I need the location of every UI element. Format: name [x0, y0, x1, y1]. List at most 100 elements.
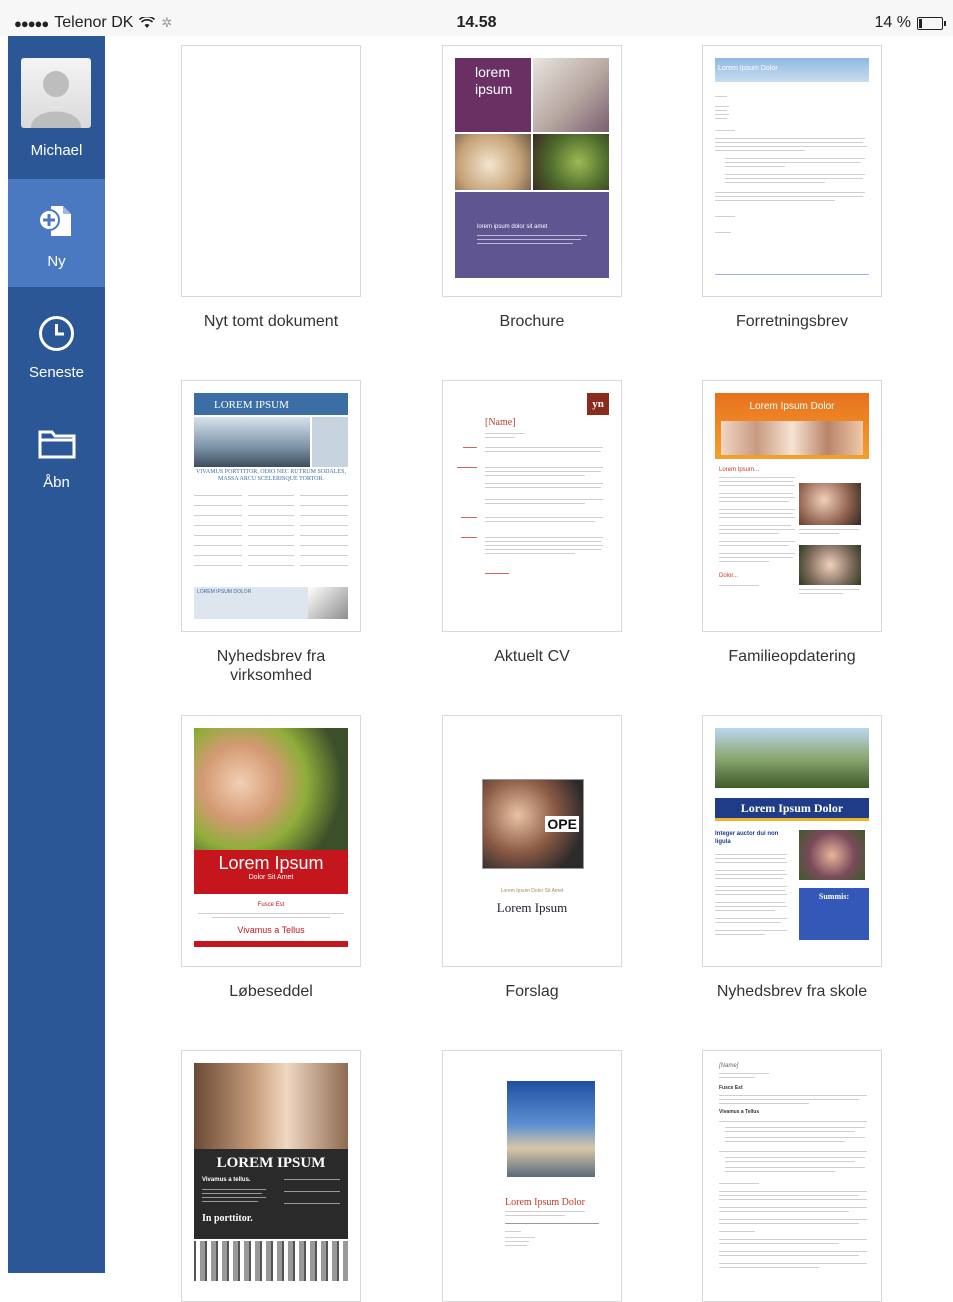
- proposal-sign: OPE: [545, 816, 579, 832]
- text-line: [719, 1195, 859, 1196]
- flyer-section-b: Vivamus a Tellus: [237, 925, 305, 935]
- text-line: [719, 585, 759, 586]
- text-line: [719, 509, 795, 510]
- text-line: [719, 557, 793, 558]
- status-time: 14.58: [456, 14, 497, 31]
- text-line: [194, 515, 242, 516]
- person-icon: [31, 71, 81, 128]
- template-card-flyer[interactable]: Lorem Ipsum Dolor Sit Amet Fusce Est Viv…: [181, 715, 361, 967]
- resume-name: [Name]: [719, 1063, 739, 1069]
- flyer-section-a: Fusce Est: [257, 902, 285, 908]
- template-card-company-newsletter[interactable]: LOREM IPSUM VIVAMUS PORTTITOR, ODIO NEC …: [181, 380, 361, 632]
- text-line: [719, 533, 779, 534]
- newsletter-sidebar-box: [312, 417, 348, 467]
- sidebar-item-new[interactable]: Ny: [8, 179, 105, 287]
- text-line: [715, 200, 835, 201]
- template-card-cv[interactable]: yn [Name]: [442, 380, 622, 632]
- template-card-report[interactable]: Lorem Ipsum Dolor: [442, 1050, 622, 1302]
- school-subtitle: Integer auctor dui non ligula: [715, 831, 779, 845]
- newsletter-bottom-box: LOREM IPSUM DOLOR: [194, 587, 348, 619]
- newsletter-photo: [194, 417, 310, 467]
- template-label: Aktuelt CV: [494, 648, 570, 665]
- clock-icon: [39, 316, 74, 351]
- text-line: [715, 890, 785, 891]
- text-line: [799, 589, 859, 590]
- template-label: Nyt tomt dokument: [203, 313, 339, 330]
- text-line: [194, 495, 242, 496]
- text-line: [300, 525, 348, 526]
- template-card-resume[interactable]: [Name] Fusce Est Vivamus a Tellus: [702, 1050, 882, 1302]
- letter-footer-rule: [715, 274, 869, 275]
- text-line: [715, 906, 787, 907]
- sidebar-item-open[interactable]: Åbn: [8, 398, 105, 506]
- text-line: [719, 525, 791, 526]
- template-card-brochure[interactable]: lorem ipsum lorem ipsum dolor sit amet: [442, 45, 622, 297]
- text-line: [719, 545, 789, 546]
- template-gallery: Nyt tomt dokument lorem ipsum lorem ipsu…: [105, 36, 953, 1302]
- text-line: [505, 1241, 529, 1242]
- template-card-blank[interactable]: [181, 45, 361, 297]
- account-name: Michael: [30, 142, 83, 159]
- template-card-family-update[interactable]: Lorem Ipsum Dolor Lorem Ipsum... Dolor..…: [702, 380, 882, 632]
- event-dark-panel: LOREM IPSUM Vivamus a tellus. In porttit…: [194, 1149, 348, 1239]
- template-card-business-letter[interactable]: Lorem Ipsum Dolor: [702, 45, 882, 297]
- text-line: [300, 565, 348, 566]
- text-line: [725, 1171, 835, 1172]
- sidebar-account[interactable]: Michael: [8, 36, 105, 178]
- sidebar-item-recent[interactable]: Seneste: [8, 288, 105, 396]
- cv-section-label: [457, 467, 477, 468]
- text-line: [715, 918, 787, 919]
- text-line: [194, 545, 242, 546]
- text-line: [485, 521, 595, 522]
- flyer-footer-bar: [194, 941, 348, 947]
- proposal-title: Lorem Ipsum: [496, 900, 568, 915]
- flyer-title: Lorem Ipsum: [218, 853, 324, 873]
- text-line: [715, 874, 787, 875]
- school-photo: [715, 728, 869, 788]
- text-line: [725, 1131, 855, 1132]
- text-line: [719, 1255, 859, 1256]
- text-line: [719, 541, 795, 542]
- school-title-band: Lorem Ipsum Dolor: [715, 798, 869, 818]
- text-line: [719, 1239, 867, 1240]
- family-photo: [799, 483, 861, 525]
- text-line: [202, 1201, 258, 1202]
- text-line: [198, 913, 344, 914]
- text-line: [485, 573, 509, 574]
- school-summary-box: Summis:: [799, 888, 869, 940]
- text-line: [719, 1231, 755, 1232]
- text-line: [719, 1267, 819, 1268]
- template-label: Brochure: [499, 313, 565, 330]
- text-line: [485, 475, 585, 476]
- newsletter-box-photo: [308, 587, 348, 619]
- text-line: [719, 501, 789, 502]
- cv-initials-box: yn: [587, 393, 609, 415]
- resume-section-b: Vivamus a Tellus: [719, 1109, 760, 1115]
- text-line: [202, 1193, 262, 1194]
- text-line: [715, 216, 735, 217]
- text-line: [505, 1215, 565, 1216]
- template-card-event-flyer[interactable]: LOREM IPSUM Vivamus a tellus. In porttit…: [181, 1050, 361, 1302]
- text-line: [715, 114, 729, 115]
- text-line: [248, 555, 294, 556]
- text-line: [300, 495, 348, 496]
- text-line: [725, 158, 865, 159]
- text-line: [719, 1251, 867, 1252]
- text-line: [202, 1189, 266, 1190]
- text-line: [725, 182, 825, 183]
- text-line: [719, 1219, 867, 1220]
- template-card-school-newsletter[interactable]: Lorem Ipsum Dolor Integer auctor dui non…: [702, 715, 882, 967]
- brochure-title: lorem ipsum: [475, 64, 513, 97]
- text-line: [725, 162, 861, 163]
- proposal-photo: OPE: [482, 779, 584, 869]
- text-line: [715, 146, 867, 147]
- text-line: [719, 493, 793, 494]
- text-line: [715, 910, 775, 911]
- text-line: [719, 1211, 849, 1212]
- resume-section-a: Fusce Est: [719, 1085, 743, 1091]
- text-line: [485, 517, 603, 518]
- text-line: [248, 565, 294, 566]
- text-line: [194, 555, 242, 556]
- text-line: [719, 1207, 867, 1208]
- template-card-proposal[interactable]: OPE Lorem Ipsum Dolor Sit Amet Lorem Ips…: [442, 715, 622, 967]
